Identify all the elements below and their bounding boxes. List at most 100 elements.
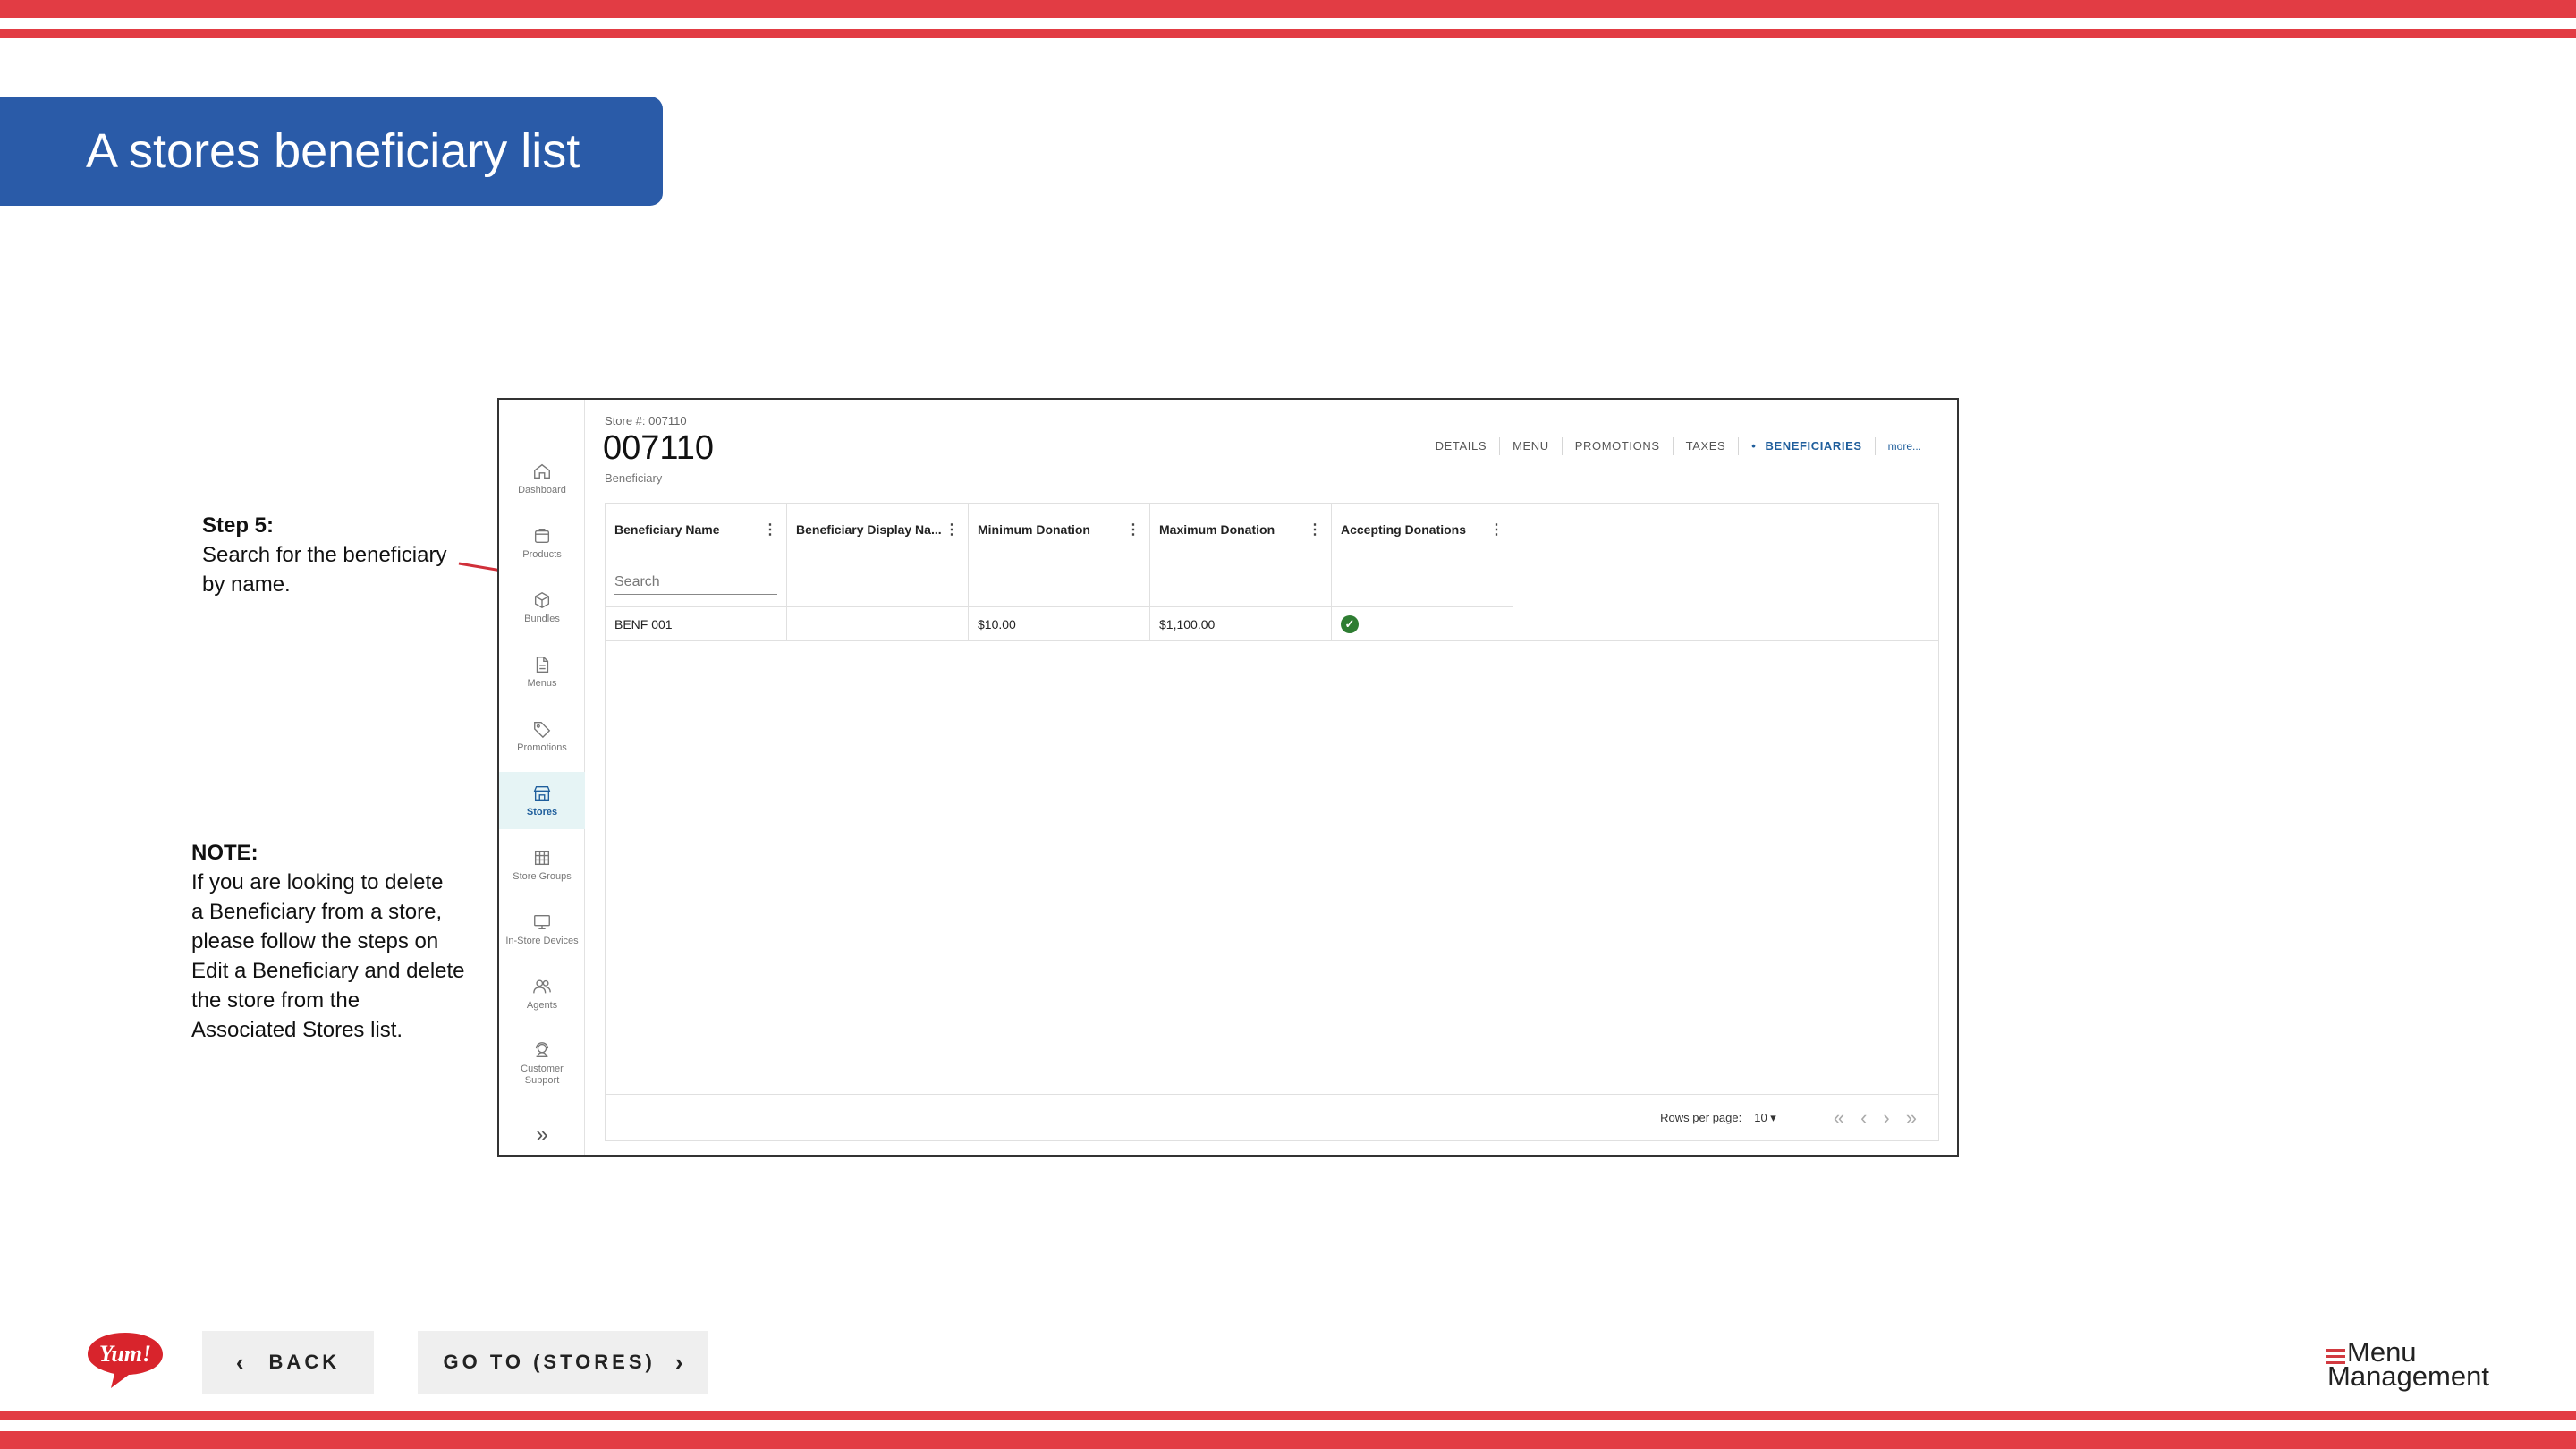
- sidebar-item-label: Store Groups: [513, 870, 572, 882]
- sidebar-item-promotions[interactable]: Promotions: [499, 708, 585, 765]
- filter-cell: [969, 555, 1150, 607]
- filter-cell: [787, 555, 969, 607]
- column-menu-icon[interactable]: ⋮: [945, 521, 959, 538]
- logo-line-2: Management: [2327, 1360, 2489, 1392]
- sidebar-item-agents[interactable]: Agents: [499, 965, 585, 1022]
- column-menu-icon[interactable]: ⋮: [1489, 521, 1504, 538]
- app-sidebar: Dashboard Products Bundles Menus Promoti…: [499, 400, 585, 1155]
- tab-more-link[interactable]: more...: [1876, 437, 1934, 455]
- store-icon: [533, 785, 551, 801]
- monitor-icon: [534, 914, 550, 929]
- row-spacer: [1513, 607, 1938, 641]
- sidebar-item-label: Menus: [527, 677, 557, 689]
- sidebar-item-label: Support: [524, 1075, 560, 1086]
- column-header[interactable]: Minimum Donation ⋮: [969, 504, 1150, 555]
- first-page-icon[interactable]: «: [1834, 1107, 1844, 1128]
- filter-cell: [1332, 555, 1513, 607]
- filter-cell: [1150, 555, 1332, 607]
- cell-beneficiary-name: BENF 001: [606, 607, 787, 641]
- sidebar-item-stores[interactable]: Stores: [499, 772, 585, 829]
- sidebar-item-bundles[interactable]: Bundles: [499, 579, 585, 636]
- document-icon: [536, 656, 549, 673]
- note-heading: NOTE:: [191, 841, 258, 865]
- go-to-stores-label: GO TO (STORES): [443, 1351, 656, 1373]
- sidebar-item-label: Customer: [521, 1063, 564, 1074]
- sidebar-item-in-store-devices[interactable]: In-Store Devices: [499, 901, 585, 958]
- sidebar-item-customer-support[interactable]: Customer Support: [499, 1030, 585, 1097]
- home-icon: [534, 463, 550, 479]
- bottom-stripe-1: [0, 1411, 2576, 1420]
- cell-max-donation: $1,100.00: [1150, 607, 1332, 641]
- app-screenshot: Dashboard Products Bundles Menus Promoti…: [497, 398, 1959, 1157]
- go-to-stores-button[interactable]: GO TO (STORES) ›: [418, 1331, 708, 1394]
- yum-logo: Yum!: [88, 1333, 163, 1388]
- store-tabs: DETAILS MENU PROMOTIONS TAXES BENEFICIAR…: [1423, 437, 1934, 455]
- tag-icon: [534, 721, 551, 738]
- cell-display-name: [787, 607, 969, 641]
- column-header[interactable]: Beneficiary Display Na... ⋮: [787, 504, 969, 555]
- top-stripe-1: [0, 0, 2576, 18]
- rows-per-page-select[interactable]: 10 ▾: [1754, 1111, 1776, 1125]
- note-line: If you are looking to delete: [191, 870, 444, 894]
- check-circle-icon: ✓: [1341, 614, 1359, 633]
- column-menu-icon[interactable]: ⋮: [1308, 521, 1322, 538]
- note-line: please follow the steps on: [191, 929, 439, 953]
- slide-title: A stores beneficiary list: [0, 97, 663, 206]
- note-line: a Beneficiary from a store,: [191, 900, 443, 924]
- next-page-icon[interactable]: ›: [1883, 1107, 1889, 1128]
- sidebar-item-label: Agents: [526, 999, 558, 1011]
- note-line: Edit a Beneficiary and delete: [191, 959, 465, 983]
- tab-menu[interactable]: MENU: [1500, 437, 1563, 455]
- top-stripe-2: [0, 29, 2576, 38]
- last-page-icon[interactable]: »: [1906, 1107, 1917, 1128]
- sidebar-item-products[interactable]: Products: [499, 514, 585, 572]
- filter-spacer: [1513, 555, 1938, 607]
- cell-min-donation: $10.00: [969, 607, 1150, 641]
- menu-management-logo: Menu Management: [2326, 1338, 2496, 1394]
- prev-page-icon[interactable]: ‹: [1860, 1107, 1867, 1128]
- step-line: by name.: [202, 572, 291, 597]
- users-icon: [533, 979, 551, 993]
- cell-accepting-donations: ✓: [1332, 607, 1513, 641]
- sidebar-item-label: Promotions: [517, 741, 567, 753]
- column-header-spacer: [1513, 504, 1938, 555]
- sidebar-item-label: In-Store Devices: [505, 935, 579, 946]
- svg-text:Yum!: Yum!: [99, 1341, 151, 1367]
- back-button-label: BACK: [268, 1351, 341, 1373]
- tab-beneficiaries[interactable]: BENEFICIARIES: [1739, 437, 1876, 455]
- note-line: Associated Stores list.: [191, 1018, 403, 1042]
- headset-icon: [535, 1042, 549, 1058]
- sidebar-item-dashboard[interactable]: Dashboard: [499, 450, 585, 507]
- tab-details[interactable]: DETAILS: [1423, 437, 1501, 455]
- tab-promotions[interactable]: PROMOTIONS: [1563, 437, 1674, 455]
- search-input[interactable]: Search: [614, 572, 777, 595]
- note-annotation: NOTE: If you are looking to delete a Ben…: [191, 838, 465, 1045]
- column-header[interactable]: Accepting Donations ⋮: [1332, 504, 1513, 555]
- step-annotation: Step 5: Search for the beneficiary by na…: [202, 511, 446, 599]
- column-menu-icon[interactable]: ⋮: [763, 521, 777, 538]
- chevron-right-icon: ›: [674, 1348, 683, 1376]
- cube-icon: [534, 591, 550, 608]
- sidebar-item-menus[interactable]: Menus: [499, 643, 585, 700]
- column-menu-icon[interactable]: ⋮: [1126, 521, 1140, 538]
- tab-taxes[interactable]: TAXES: [1674, 437, 1740, 455]
- sidebar-collapse-button[interactable]: »: [526, 1124, 558, 1146]
- beneficiary-table: Beneficiary Name ⋮ Beneficiary Display Na…: [605, 503, 1939, 1141]
- table-row[interactable]: BENF 001 $10.00 $1,100.00 ✓: [606, 607, 1938, 641]
- store-number: Store #: 007110: [605, 414, 687, 428]
- sidebar-item-store-groups[interactable]: Store Groups: [499, 836, 585, 894]
- page-title: 007110: [603, 429, 714, 467]
- step-heading: Step 5:: [202, 513, 275, 538]
- chevron-left-icon: ‹: [235, 1348, 244, 1376]
- column-header[interactable]: Maximum Donation ⋮: [1150, 504, 1332, 555]
- column-header[interactable]: Beneficiary Name ⋮: [606, 504, 787, 555]
- pagination: Rows per page: 10 ▾ « ‹ › »: [606, 1094, 1938, 1140]
- sidebar-item-label: Bundles: [524, 613, 560, 624]
- bottom-stripe-2: [0, 1431, 2576, 1449]
- step-line: Search for the beneficiary: [202, 543, 447, 567]
- box-icon: [534, 528, 550, 543]
- page-subtitle: Beneficiary: [605, 471, 663, 485]
- note-line: the store from the: [191, 988, 360, 1013]
- app-main: Store #: 007110 007110 Beneficiary DETAI…: [585, 400, 1959, 1155]
- back-button[interactable]: ‹ BACK: [202, 1331, 374, 1394]
